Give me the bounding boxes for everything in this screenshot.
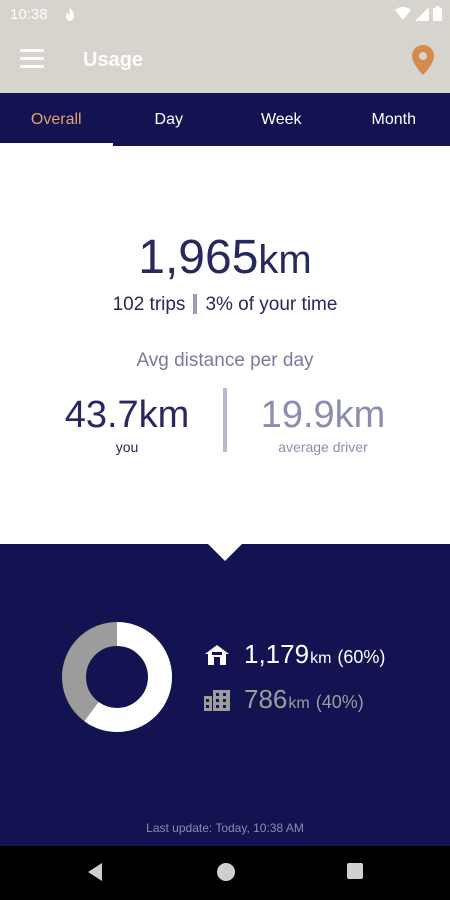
- avg-you-label: you: [115, 439, 139, 455]
- trips-divider: [193, 294, 198, 314]
- status-bar: 10:38: [0, 0, 450, 30]
- tab-overall[interactable]: Overall: [0, 93, 113, 146]
- panel-notch: [207, 543, 243, 561]
- avg-you-value: 43.7km: [64, 394, 190, 436]
- usage-summary: 1,965km 102 trips 3% of your time Avg dis…: [0, 146, 450, 544]
- last-update-text: Last update: Today, 10:38 AM: [146, 821, 304, 835]
- trips-line: 102 trips 3% of your time: [0, 294, 450, 316]
- wifi-icon: [395, 6, 411, 20]
- total-distance-unit: km: [258, 238, 312, 282]
- work-distance-value: 786: [244, 684, 288, 714]
- home-icon: [205, 644, 229, 665]
- trip-count: 102 trips: [112, 294, 186, 315]
- time-share: 3% of your time: [205, 294, 338, 315]
- avg-driver-value: 19.9km: [260, 394, 386, 436]
- legend-work: 786 km (40%): [204, 684, 364, 715]
- battery-icon: [433, 6, 442, 21]
- page-title: Usage: [83, 49, 144, 71]
- hamburger-menu-icon[interactable]: [20, 49, 44, 71]
- work-distance-percent: (40%): [315, 692, 364, 712]
- period-tabs: Overall Day Week Month: [0, 93, 450, 146]
- total-distance-value: 1,965: [138, 231, 259, 284]
- tab-month[interactable]: Month: [338, 93, 450, 146]
- avg-driver-label: average driver: [278, 439, 368, 455]
- recents-icon[interactable]: [346, 862, 364, 880]
- avg-driver: 19.9km average driver: [233, 394, 413, 455]
- back-icon[interactable]: [86, 862, 104, 882]
- home-distance-value: 1,179: [244, 639, 310, 669]
- total-distance: 1,965km: [0, 230, 450, 285]
- avg-you: 43.7km you: [37, 394, 217, 455]
- work-distance-unit: km: [288, 695, 310, 712]
- home-work-donut-chart: [62, 622, 172, 732]
- signal-icon: [415, 6, 429, 21]
- status-icons: [395, 6, 442, 21]
- location-pin-icon[interactable]: [412, 45, 434, 75]
- app-bar: Usage: [0, 30, 450, 93]
- notification-icon: [66, 7, 74, 21]
- tab-day[interactable]: Day: [113, 93, 226, 146]
- home-distance-percent: (60%): [337, 647, 386, 667]
- breakdown-panel: 1,179 km (60%) 786 km (40%) Last update:…: [0, 543, 450, 846]
- system-nav-bar: [0, 846, 450, 900]
- legend-home: 1,179 km (60%): [204, 639, 385, 670]
- home-distance-unit: km: [310, 650, 332, 667]
- tab-week[interactable]: Week: [225, 93, 338, 146]
- avg-distance-label: Avg distance per day: [136, 350, 314, 371]
- home-button-icon[interactable]: [216, 862, 236, 882]
- status-time: 10:38: [10, 6, 48, 23]
- avg-divider: [223, 388, 227, 452]
- office-building-icon: [204, 689, 230, 711]
